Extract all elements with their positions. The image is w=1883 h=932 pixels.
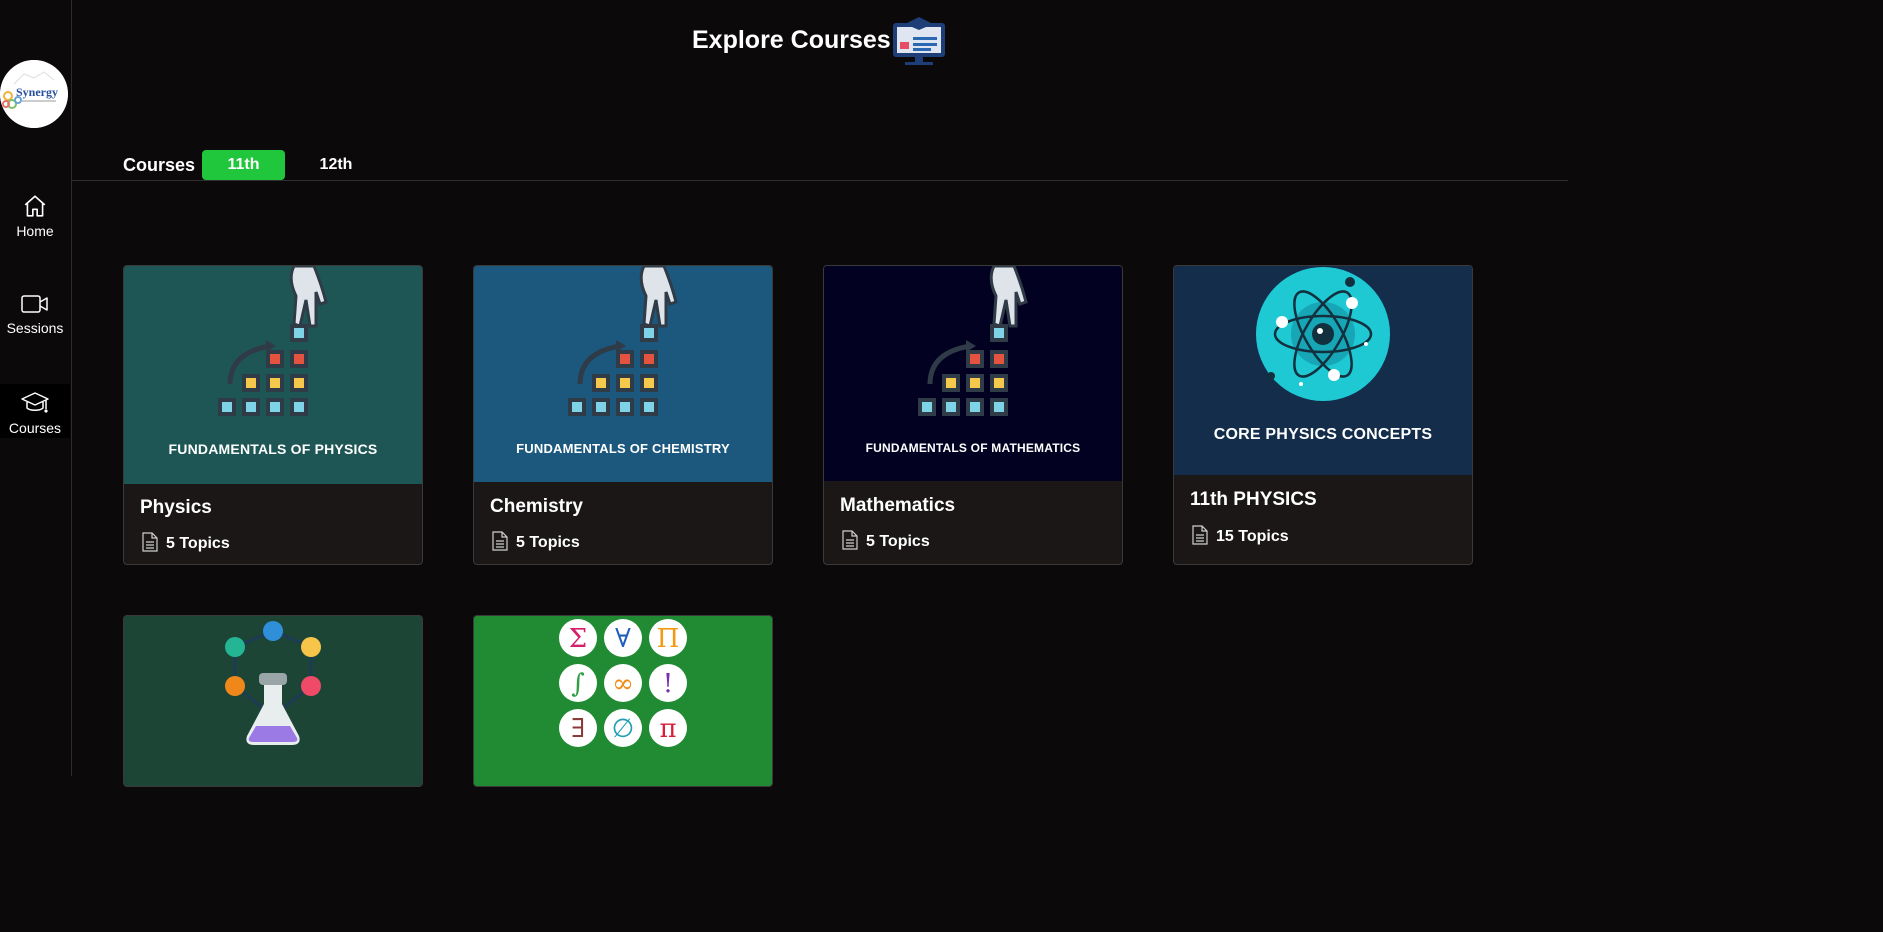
math-symbol: π bbox=[659, 714, 676, 744]
sidebar-item-label: Sessions bbox=[6, 320, 64, 336]
math-symbol: Σ bbox=[569, 624, 587, 654]
math-symbol: ∅ bbox=[612, 714, 635, 744]
course-title: Mathematics bbox=[840, 495, 956, 516]
math-symbol: ∀ bbox=[615, 624, 631, 654]
course-thumbnail: FUNDAMENTALS OF PHYSICS bbox=[124, 266, 422, 484]
app-logo[interactable]: Synergy bbox=[0, 60, 68, 128]
course-banner-text: FUNDAMENTALS OF MATHEMATICS bbox=[865, 441, 1081, 455]
tab-12th[interactable]: 12th bbox=[296, 150, 376, 180]
document-icon bbox=[142, 532, 158, 552]
course-card-chemistry[interactable]: FUNDAMENTALS OF CHEMISTRY Chemistry 5 To… bbox=[473, 265, 773, 565]
math-symbol: Π bbox=[657, 624, 680, 654]
course-card-math-symbols[interactable]: Σ ∀ Π ∫ ∞ ! ∃ ∅ π bbox=[473, 615, 773, 787]
course-title: Chemistry bbox=[490, 496, 583, 517]
stairs-hand-icon bbox=[918, 266, 1028, 416]
course-banner-text: FUNDAMENTALS OF CHEMISTRY bbox=[516, 441, 730, 456]
sidebar-item-label: Home bbox=[16, 223, 54, 239]
course-thumbnail: CORE PHYSICS CONCEPTS bbox=[1174, 266, 1472, 475]
logo-text: Synergy bbox=[16, 85, 58, 99]
synergy-logo-icon: Synergy bbox=[0, 60, 68, 128]
course-card-mathematics[interactable]: FUNDAMENTALS OF MATHEMATICS Mathematics … bbox=[823, 265, 1123, 565]
atom-icon bbox=[1256, 267, 1390, 401]
course-topics-count: 5 Topics bbox=[866, 533, 930, 550]
course-thumbnail: Σ ∀ Π ∫ ∞ ! ∃ ∅ π bbox=[474, 616, 772, 786]
document-icon bbox=[492, 531, 508, 551]
math-symbol: ∞ bbox=[612, 669, 634, 699]
course-card-chemistry-flask[interactable] bbox=[123, 615, 423, 787]
course-topics-count: 15 Topics bbox=[1216, 528, 1289, 545]
video-icon bbox=[21, 295, 48, 313]
course-card-11th-physics[interactable]: CORE PHYSICS CONCEPTS 11th PHYSICS 15 To… bbox=[1173, 265, 1473, 565]
tabs-divider bbox=[72, 180, 1568, 181]
math-symbol: ∫ bbox=[571, 669, 585, 699]
tabs-label: Courses bbox=[123, 155, 196, 175]
course-card-physics[interactable]: FUNDAMENTALS OF PHYSICS Physics 5 Topics bbox=[123, 265, 423, 565]
stairs-hand-icon bbox=[568, 266, 678, 416]
sidebar: Synergy Home Sessions Courses bbox=[0, 0, 72, 776]
course-monitor-icon bbox=[893, 17, 945, 65]
course-thumbnail: FUNDAMENTALS OF MATHEMATICS bbox=[824, 266, 1122, 481]
course-title: Physics bbox=[140, 497, 212, 518]
course-banner-text: FUNDAMENTALS OF PHYSICS bbox=[168, 441, 378, 457]
math-symbol: ! bbox=[663, 669, 673, 699]
course-topics: 5 Topics bbox=[842, 530, 930, 551]
graduation-cap-icon bbox=[21, 392, 49, 413]
math-symbols-icon: Σ ∀ Π ∫ ∞ ! ∃ ∅ π bbox=[559, 619, 687, 747]
home-icon bbox=[24, 195, 46, 217]
math-symbol: ∃ bbox=[571, 714, 585, 744]
course-banner-text: CORE PHYSICS CONCEPTS bbox=[1213, 426, 1433, 443]
course-topics: 5 Topics bbox=[142, 532, 230, 553]
course-topics-count: 5 Topics bbox=[166, 535, 230, 552]
course-topics: 5 Topics bbox=[492, 531, 580, 552]
course-thumbnail bbox=[124, 616, 422, 786]
course-topics-count: 5 Topics bbox=[516, 534, 580, 551]
course-topics: 15 Topics bbox=[1192, 525, 1289, 546]
sidebar-item-sessions[interactable]: Sessions bbox=[0, 292, 70, 344]
sidebar-item-home[interactable]: Home bbox=[0, 193, 70, 245]
tab-11th[interactable]: 11th bbox=[202, 150, 285, 180]
sidebar-item-label: Courses bbox=[8, 420, 62, 436]
course-title: 11th PHYSICS bbox=[1190, 489, 1317, 510]
document-icon bbox=[842, 530, 858, 550]
page-title: Explore Courses bbox=[692, 26, 891, 54]
flask-molecule-icon bbox=[225, 621, 321, 745]
sidebar-item-courses[interactable]: Courses bbox=[0, 384, 70, 438]
course-thumbnail: FUNDAMENTALS OF CHEMISTRY bbox=[474, 266, 772, 482]
stairs-hand-icon bbox=[218, 266, 328, 416]
document-icon bbox=[1192, 525, 1208, 545]
